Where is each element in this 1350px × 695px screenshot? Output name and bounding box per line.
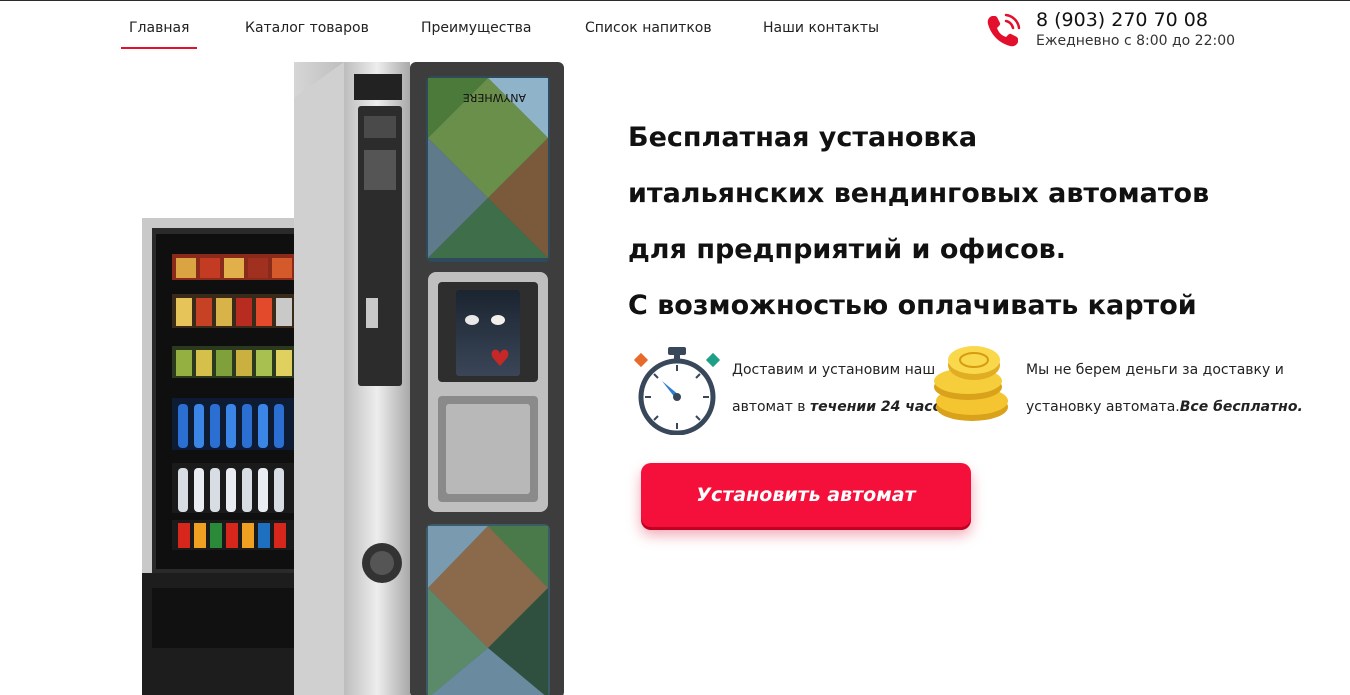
phone-icon[interactable] — [984, 12, 1022, 50]
nav-item-contacts[interactable]: Наши контакты — [763, 20, 879, 36]
install-machine-button[interactable]: Установить автомат — [641, 463, 971, 527]
working-hours: Ежедневно с 8:00 до 22:00 — [1036, 33, 1236, 49]
main-nav: Главная Каталог товаров Преимущества Спи… — [0, 0, 900, 60]
nav-item-advantages[interactable]: Преимущества — [421, 20, 531, 36]
feature-delivery-text: Доставим и установим наш автомат в течен… — [732, 352, 951, 426]
phone-number[interactable]: 8 (903) 270 70 08 — [1036, 9, 1208, 31]
nav-item-drinks[interactable]: Список напитков — [585, 20, 712, 36]
feature-delivery-line1: Доставим и установим наш — [732, 362, 936, 378]
feature-delivery-line2-prefix: автомат в — [732, 399, 810, 415]
nav-item-catalog[interactable]: Каталог товаров — [245, 20, 369, 36]
vending-machine-image: ANYWHERE — [142, 62, 564, 695]
headline-line-2: итальянских вендинговых автоматов — [628, 178, 1210, 209]
svg-text:ANYWHERE: ANYWHERE — [463, 91, 526, 104]
headline-line-3: для предприятий и офисов. — [628, 234, 1067, 265]
feature-free-emphasis: Все бесплатно. — [1179, 399, 1303, 415]
feature-free-line1: Мы не берем деньги за доставку и — [1026, 362, 1284, 378]
feature-delivery-emphasis: течении 24 часов — [810, 399, 952, 415]
feature-free-line2: установку автомата.Все бесплатно. — [1026, 389, 1303, 426]
feature-delivery-line2: автомат в течении 24 часов — [732, 389, 951, 426]
stopwatch-icon — [633, 347, 721, 435]
hero-headline: Бесплатная установка итальянских вендинг… — [628, 110, 1248, 334]
feature-free-text: Мы не берем деньги за доставку и установ… — [1026, 352, 1303, 426]
headline-line-4: С возможностью оплачивать картой — [628, 290, 1197, 321]
coins-icon — [934, 346, 1008, 421]
headline-line-1: Бесплатная установка — [628, 122, 978, 153]
feature-free-line2-prefix: установку автомата. — [1026, 399, 1180, 415]
nav-item-home[interactable]: Главная — [120, 20, 199, 49]
